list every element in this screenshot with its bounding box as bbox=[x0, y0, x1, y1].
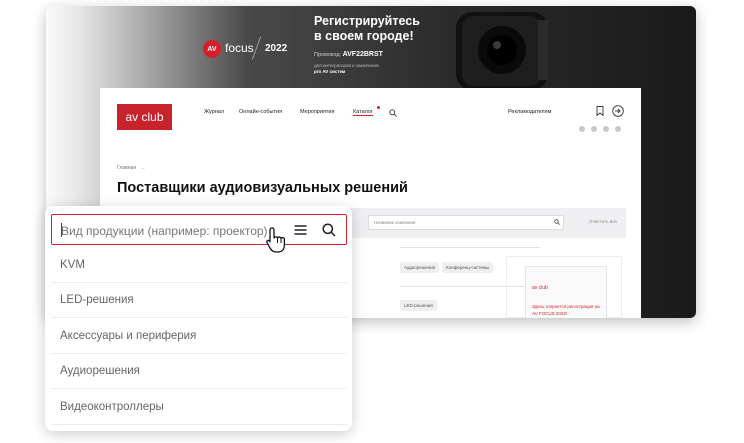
page-title: Поставщики аудиовизуальных решений bbox=[117, 180, 408, 196]
site-logo[interactable]: av club bbox=[117, 104, 172, 130]
product-type-dropdown: Вид продукции (например: проектор) KVM L… bbox=[45, 206, 352, 431]
text-caret bbox=[61, 223, 62, 237]
breadcrumb-home[interactable]: Главная bbox=[117, 165, 136, 171]
facebook-icon[interactable] bbox=[603, 126, 609, 132]
reset-filters-link[interactable]: Очистить все bbox=[589, 219, 617, 224]
side-promo-logo: av club bbox=[532, 285, 548, 291]
login-icon[interactable] bbox=[612, 105, 624, 117]
breadcrumb[interactable]: Главная ← bbox=[117, 165, 146, 171]
catalog-dot bbox=[377, 106, 380, 109]
nav-events[interactable]: Мероприятия bbox=[300, 109, 334, 115]
tag-chip[interactable]: LED-решения bbox=[400, 300, 437, 311]
back-arrow-icon[interactable]: ← bbox=[141, 165, 146, 171]
av-focus-logo: AV bbox=[203, 40, 221, 58]
banner-subtext-line2: pro AV систем bbox=[314, 69, 346, 74]
advertisers-link[interactable]: Рекламодателям bbox=[508, 109, 551, 115]
focus-label: focus bbox=[225, 41, 254, 55]
search-icon[interactable] bbox=[322, 223, 336, 237]
tag-chip[interactable]: Аудиорешения bbox=[400, 262, 440, 273]
promo-label: Промокод: bbox=[314, 52, 342, 58]
option-label: Видеоконтроллеры bbox=[60, 401, 164, 413]
option-audio[interactable]: Аудиорешения bbox=[51, 354, 347, 389]
tag-chip[interactable]: Конференц-системы bbox=[442, 262, 494, 273]
youtube-icon[interactable] bbox=[615, 126, 621, 132]
banner-title-line2: в своем городе! bbox=[314, 29, 414, 43]
company-name-input[interactable]: Название компании bbox=[368, 215, 564, 230]
option-label: KVM bbox=[60, 259, 85, 271]
option-label: Аксессуары и периферия bbox=[60, 330, 197, 342]
banner-title-line1: Регистрируйтесь bbox=[314, 14, 420, 28]
option-kvm[interactable]: KVM bbox=[51, 248, 347, 283]
option-label: Аудиорешения bbox=[60, 365, 140, 377]
option-video-controllers[interactable]: Видеоконтроллеры bbox=[51, 390, 347, 425]
nav-journal[interactable]: Журнал bbox=[204, 109, 224, 115]
side-promo-image: av club Здесь откроется регистрация на A… bbox=[525, 266, 607, 318]
divider bbox=[400, 247, 540, 248]
banner-subtext: для интеграторов и заказчиков pro AV сис… bbox=[314, 63, 404, 75]
search-icon[interactable] bbox=[389, 109, 397, 117]
side-promo-text: Здесь откроется регистрация на AV FOCUS … bbox=[532, 304, 600, 316]
product-search-input[interactable]: Вид продукции (например: проектор) bbox=[51, 214, 347, 253]
instagram-icon[interactable] bbox=[591, 126, 597, 132]
camera-image bbox=[456, 12, 548, 90]
side-promo-card[interactable]: av club Здесь откроется регистрация на A… bbox=[506, 256, 622, 318]
banner-title: Регистрируйтесь в своем городе! bbox=[314, 14, 454, 44]
option-label: LED-решения bbox=[60, 294, 134, 306]
option-accessories[interactable]: Аксессуары и периферия bbox=[51, 319, 347, 354]
nav-online-events[interactable]: Онлайн-события bbox=[239, 109, 282, 115]
telegram-icon[interactable] bbox=[579, 126, 585, 132]
promo-banner[interactable]: AV focus 2022 Регистрируйтесь в своем го… bbox=[46, 6, 696, 90]
focus-year: 2022 bbox=[265, 43, 288, 54]
promo-code-value: AVF22BRST bbox=[342, 51, 383, 58]
nav-catalog[interactable]: Каталог bbox=[353, 109, 373, 116]
search-placeholder: Вид продукции (например: проектор) bbox=[61, 224, 268, 238]
promo-code: Промокод: AVF22BRST bbox=[314, 51, 383, 58]
search-icon[interactable] bbox=[554, 219, 560, 225]
option-led[interactable]: LED-решения bbox=[51, 283, 347, 318]
bookmark-icon[interactable] bbox=[596, 106, 604, 116]
menu-icon[interactable] bbox=[294, 224, 307, 236]
